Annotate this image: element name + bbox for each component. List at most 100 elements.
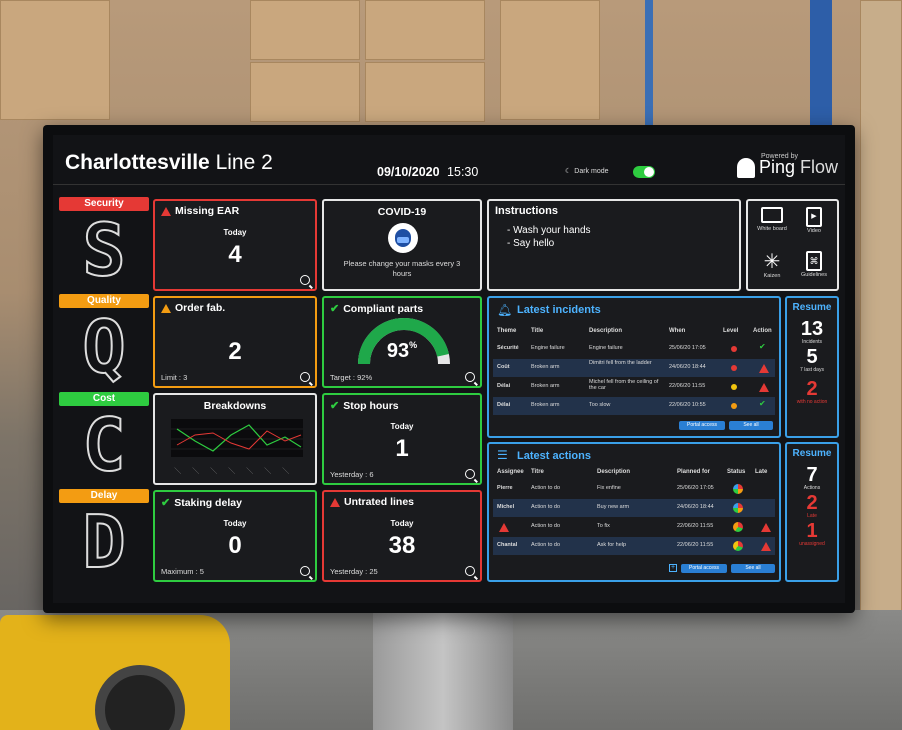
svg-text:____: ____: [210, 463, 221, 474]
latest-incidents-panel: 🔔︎ Latest incidents Theme Title Descript…: [487, 296, 781, 438]
level-dot: [731, 403, 737, 409]
monitor: Charlottesville Line 2 09/10/2020 15:30 …: [43, 125, 855, 613]
svg-text:____: ____: [264, 463, 275, 474]
late-warning-icon: [761, 523, 771, 532]
whiteboard-icon: [761, 207, 783, 223]
sqcd-security: Security S: [59, 197, 149, 293]
kaizen-shortcut[interactable]: ✳ Kaizen: [752, 251, 792, 279]
zoom-icon[interactable]: [300, 372, 310, 382]
video-shortcut[interactable]: ▶ Video: [794, 207, 834, 234]
status-pie-icon: [733, 484, 743, 494]
zoom-icon[interactable]: [300, 275, 310, 285]
untrated-lines-card[interactable]: Untrated lines Today 38 Yesterday : 25: [322, 490, 482, 582]
title-site: Charlottesville: [65, 151, 210, 174]
missing-ear-card[interactable]: Missing EAR Today 4: [153, 199, 317, 291]
staking-delay-value: 0: [228, 532, 242, 559]
stop-hours-card[interactable]: ✔ Stop hours Today 1 Yesterday : 6: [322, 393, 482, 485]
check-icon: ✔: [759, 342, 766, 351]
background-box: [250, 62, 360, 122]
date-text: 09/10/2020: [377, 165, 440, 179]
table-row[interactable]: Chantal Action to do Ask for help 22/06/…: [493, 537, 775, 555]
order-fab-card[interactable]: Order fab. 2 Limit : 3: [153, 296, 317, 388]
latest-actions-panel: ☰ Latest actions Assignee Titre Descript…: [487, 442, 781, 582]
table-row[interactable]: Sécurité Engine failure Engine failure 2…: [493, 340, 775, 358]
title-line: Line 2: [215, 151, 273, 174]
actions-resume[interactable]: Resume 7 Actions 2 Late 1 unassigned: [785, 442, 839, 582]
video-icon: ▶: [806, 207, 822, 227]
compliant-parts-card[interactable]: ✔ Compliant parts 93% Target : 92%: [322, 296, 482, 388]
guidelines-shortcut[interactable]: ⌘ Guidelines: [794, 251, 834, 278]
sqcd-letter: C: [81, 402, 126, 488]
sqcd-delay: Delay D: [59, 489, 149, 585]
background-box: [0, 0, 110, 120]
warning-icon: [161, 206, 171, 216]
zoom-icon[interactable]: [300, 566, 310, 576]
warning-icon: [161, 303, 171, 313]
instruction-item: - Wash your hands: [507, 225, 591, 236]
status-pie-icon: [733, 541, 743, 551]
dark-mode-toggle[interactable]: [633, 166, 655, 178]
portal-access-button[interactable]: Portal access: [681, 564, 727, 573]
breakdowns-card[interactable]: Breakdowns ____ ____ ____ ____ ____ ____…: [153, 393, 317, 485]
incidents-resume[interactable]: Resume 13 Incidents 5 7 last days 2 with…: [785, 296, 839, 438]
dark-mode-label: ☾ Dark mode: [565, 167, 609, 176]
untrated-lines-value: 38: [388, 532, 416, 559]
warning-icon: [330, 497, 340, 507]
table-row[interactable]: Délai Broken arm Michel fell from the ce…: [493, 378, 775, 396]
check-icon: ✔: [330, 303, 340, 315]
order-fab-value: 2: [228, 338, 242, 365]
mask-icon: [388, 223, 418, 253]
check-icon: ✔: [161, 497, 171, 509]
zoom-icon[interactable]: [465, 469, 475, 479]
check-icon: ✔: [759, 399, 766, 408]
stop-hours-value: 1: [395, 435, 409, 462]
svg-text:____: ____: [246, 463, 257, 474]
background-box: [250, 0, 360, 60]
brand-logo: Powered by Ping Flow: [737, 153, 838, 178]
sqcd-quality: Quality Q: [59, 294, 149, 390]
late-warning-icon: [761, 542, 771, 551]
compliant-value: 93%: [386, 340, 418, 362]
zoom-icon[interactable]: [465, 372, 475, 382]
whiteboard-shortcut[interactable]: White board: [752, 207, 792, 232]
svg-text:____: ____: [228, 463, 239, 474]
warning-icon: [759, 364, 769, 373]
table-row[interactable]: Délai Broken arm Too slow 22/06/20 10:55…: [493, 397, 775, 415]
dashboard-screen: Charlottesville Line 2 09/10/2020 15:30 …: [53, 135, 845, 603]
see-all-button[interactable]: See all: [731, 564, 775, 573]
staking-delay-card[interactable]: ✔ Staking delay Today 0 Maximum : 5: [153, 490, 317, 582]
time-text: 15:30: [447, 165, 479, 179]
dashboard-header: Charlottesville Line 2 09/10/2020 15:30 …: [53, 135, 845, 185]
zoom-icon[interactable]: [465, 566, 475, 576]
svg-text:____: ____: [174, 463, 185, 474]
table-row[interactable]: Coût Broken arm Dimitri fell from the la…: [493, 359, 775, 377]
add-icon[interactable]: +: [669, 564, 677, 572]
table-row[interactable]: Pierre Action to do Fix enfine 25/06/20 …: [493, 480, 775, 498]
background-box: [365, 62, 485, 122]
instruction-item: - Say hello: [507, 238, 555, 249]
covid-card[interactable]: COVID-19 Please change your masks every …: [322, 199, 482, 291]
warning-icon: [499, 523, 509, 532]
background-box: [500, 0, 600, 120]
portal-access-button[interactable]: Portal access: [679, 421, 725, 430]
sqcd-letter: D: [81, 499, 126, 585]
instructions-card: Instructions - Wash your hands - Say hel…: [487, 199, 741, 291]
kaizen-icon: ✳: [763, 251, 781, 273]
ghost-icon: [737, 157, 755, 178]
level-dot: [731, 365, 737, 371]
background-box: [365, 0, 485, 60]
check-icon: ✔: [330, 400, 340, 412]
level-dot: [731, 346, 737, 352]
see-all-button[interactable]: See all: [729, 421, 773, 430]
warning-icon: [759, 383, 769, 392]
svg-text:____: ____: [282, 463, 293, 474]
monitor-stand: [373, 608, 513, 730]
shortcuts-panel: White board ▶ Video ✳ Kaizen ⌘ Guideline…: [746, 199, 839, 291]
page-title: Charlottesville Line 2: [65, 151, 273, 175]
list-icon: ☰: [497, 448, 508, 462]
table-row[interactable]: Action to do To fix 22/06/20 11:55: [493, 518, 775, 536]
sqcd-letter: S: [81, 207, 126, 293]
table-row[interactable]: Michel Action to do Buy new arm 24/06/20…: [493, 499, 775, 517]
sqcd-letter: Q: [81, 304, 126, 390]
background-rack: [645, 0, 653, 125]
